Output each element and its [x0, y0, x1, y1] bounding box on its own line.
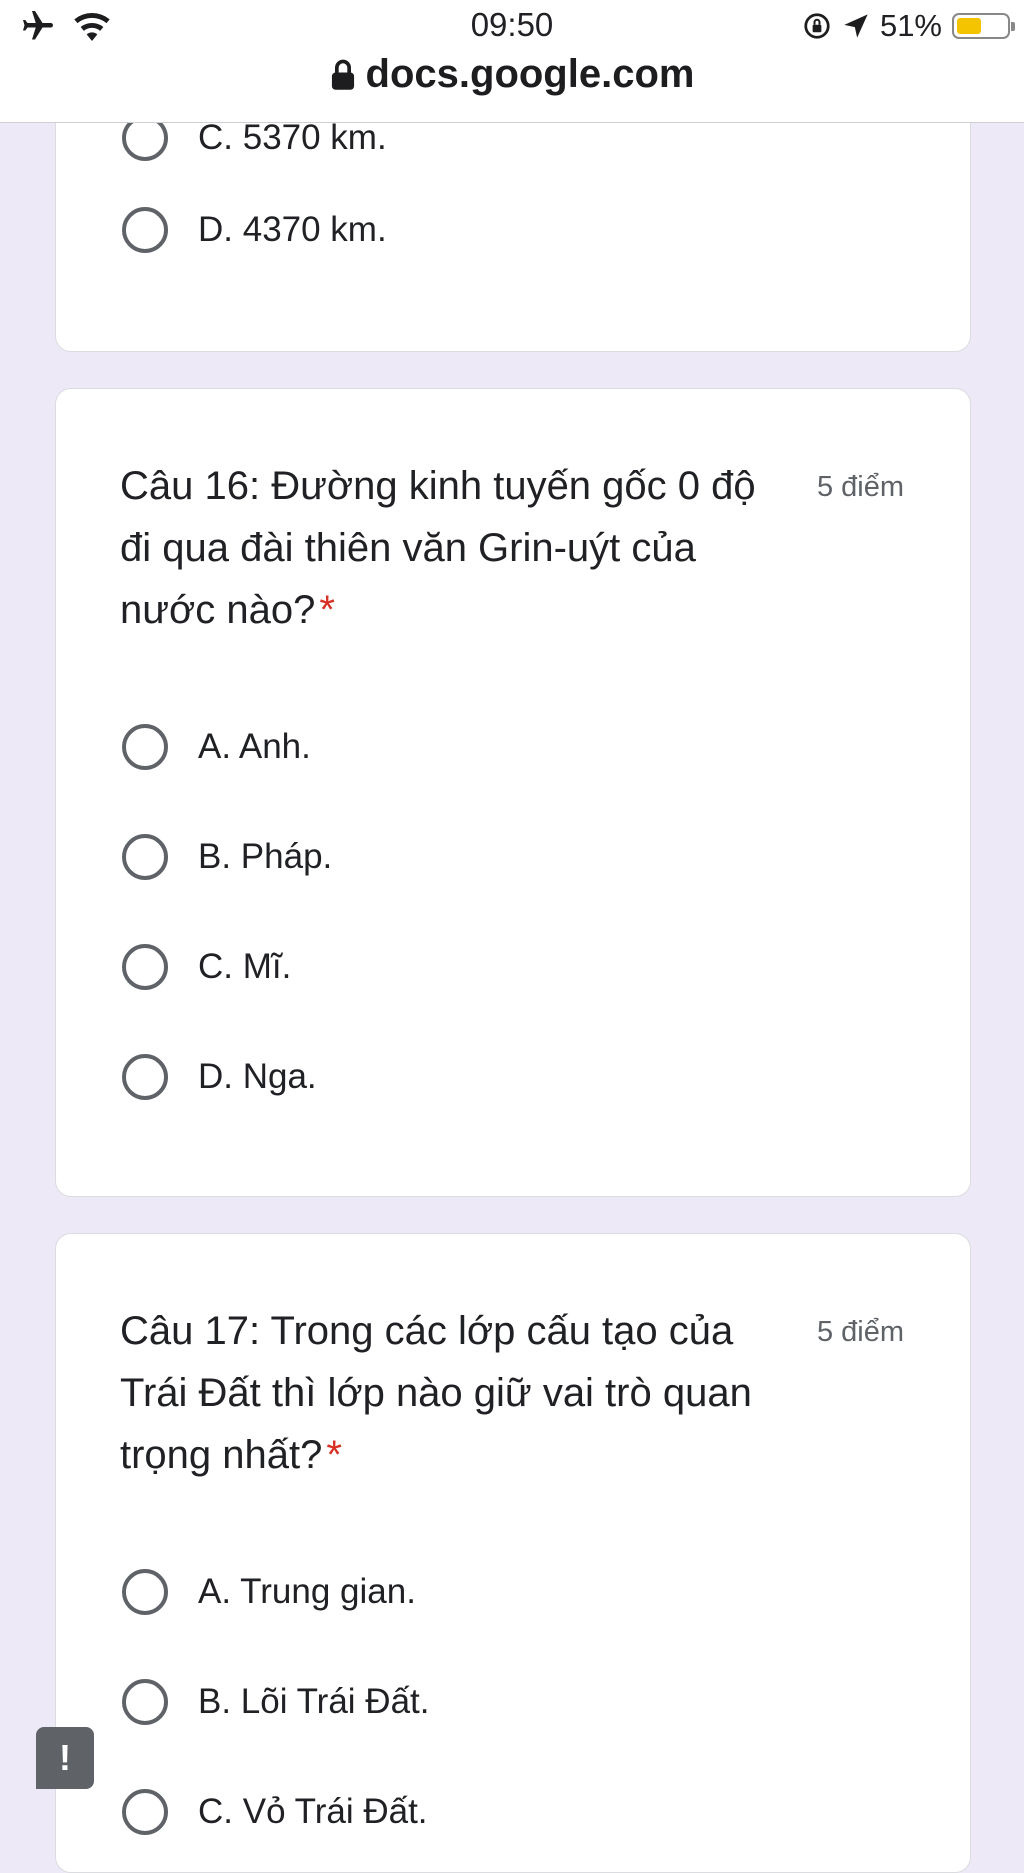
radio-option[interactable]: C. Mĩ.	[122, 944, 291, 990]
orientation-lock-icon	[804, 13, 830, 39]
radio-option[interactable]: B. Pháp.	[122, 834, 332, 880]
question-text: Câu 17: Trong các lớp cấu tạo của Trái Đ…	[120, 1309, 752, 1477]
question-card-previous: C. 5370 km. D. 4370 km.	[55, 90, 971, 352]
question-points: 5 điểm	[816, 471, 904, 503]
option-label: A. Trung gian.	[198, 1572, 416, 1611]
option-label: D. 4370 km.	[198, 210, 387, 249]
option-label: C. Vỏ Trái Đất.	[198, 1792, 428, 1831]
radio-option[interactable]: D. Nga.	[122, 1054, 317, 1100]
option-label: B. Lõi Trái Đất.	[198, 1682, 430, 1721]
required-asterisk: *	[319, 588, 335, 632]
question-text: Câu 16: Đường kinh tuyến gốc 0 độ đi qua…	[120, 464, 756, 632]
lock-icon	[331, 59, 354, 90]
battery-icon	[952, 13, 1015, 39]
radio-option[interactable]: A. Trung gian.	[122, 1569, 416, 1615]
radio-option[interactable]: B. Lõi Trái Đất.	[122, 1679, 429, 1725]
radio-button[interactable]	[122, 1789, 168, 1835]
radio-option[interactable]: A. Anh.	[122, 724, 311, 770]
option-label: C. Mĩ.	[198, 947, 292, 986]
question-card-17: Câu 17: Trong các lớp cấu tạo của Trái Đ…	[55, 1233, 971, 1873]
radio-button[interactable]	[122, 1569, 168, 1615]
exclamation-icon: !	[59, 1737, 71, 1778]
radio-option[interactable]: C. Vỏ Trái Đất.	[122, 1789, 428, 1835]
location-arrow-icon	[844, 14, 868, 38]
radio-option[interactable]: D. 4370 km.	[122, 207, 387, 253]
option-label: A. Anh.	[198, 727, 311, 766]
radio-button[interactable]	[122, 834, 168, 880]
battery-level-fill	[957, 18, 982, 34]
question-points: 5 điểm	[816, 1316, 904, 1348]
option-label: B. Pháp.	[198, 837, 333, 876]
status-right-icons: 51%	[802, 8, 1015, 44]
option-label: D. Nga.	[198, 1057, 317, 1096]
browser-top-bar: 09:50 51% docs.google.com	[0, 0, 1024, 123]
required-asterisk: *	[326, 1433, 342, 1477]
radio-button[interactable]	[122, 724, 168, 770]
question-card-16: Câu 16: Đường kinh tuyến gốc 0 độ đi qua…	[55, 388, 971, 1197]
radio-button[interactable]	[122, 944, 168, 990]
battery-percent: 51%	[879, 8, 942, 43]
question-title: Câu 16: Đường kinh tuyến gốc 0 độ đi qua…	[120, 455, 760, 641]
option-label: C. 5370 km.	[198, 118, 387, 157]
question-title: Câu 17: Trong các lớp cấu tạo của Trái Đ…	[120, 1300, 760, 1486]
radio-button[interactable]	[122, 207, 168, 253]
url-domain: docs.google.com	[365, 52, 695, 96]
url-bar[interactable]: docs.google.com	[0, 52, 1024, 97]
radio-button[interactable]	[122, 1054, 168, 1100]
radio-button[interactable]	[122, 1679, 168, 1725]
report-feedback-button[interactable]: !	[36, 1727, 94, 1789]
